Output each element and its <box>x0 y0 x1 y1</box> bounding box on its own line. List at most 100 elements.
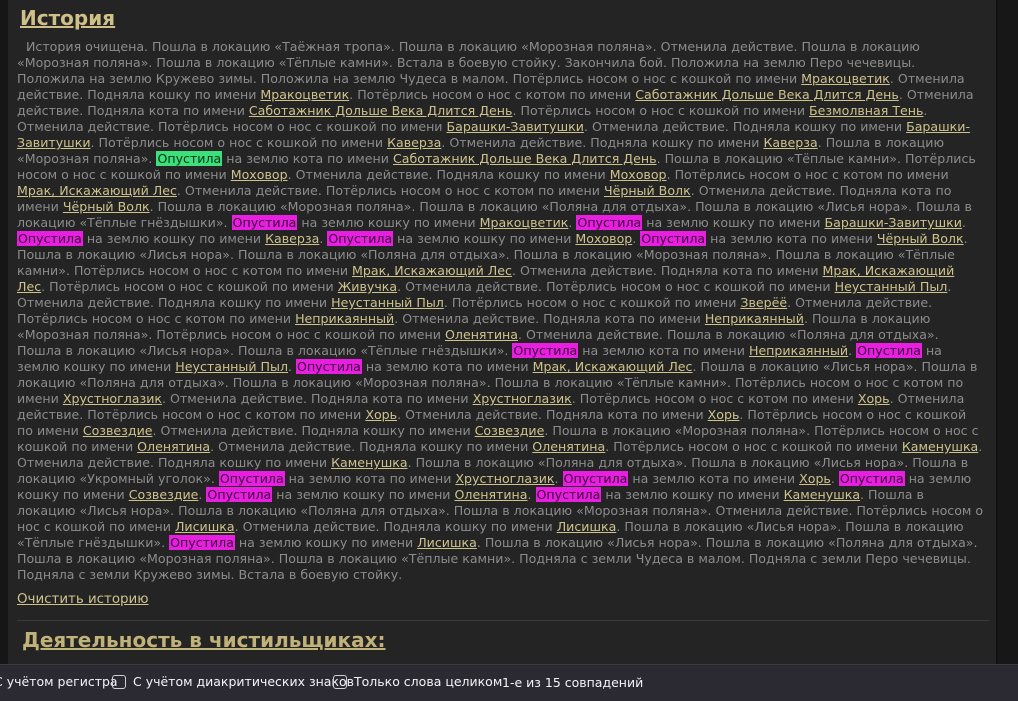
cat-name-link[interactable]: Моховор <box>231 167 288 182</box>
cat-name-link[interactable]: Неустанный Пыл <box>175 359 288 374</box>
history-text: . <box>961 215 966 230</box>
history-text: . <box>554 471 563 486</box>
cat-name-link[interactable]: Каверза <box>763 135 817 150</box>
history-text: на землю кошку по имени <box>234 535 418 550</box>
cat-name-link[interactable]: Хорь <box>365 407 397 422</box>
cat-name-link[interactable]: Хорь <box>799 471 831 486</box>
match-diacritics-option[interactable]: С учётом диакритических знаков <box>112 674 354 689</box>
cat-name-link[interactable]: Лисишка <box>417 535 477 550</box>
cat-name-link[interactable]: Лисишка <box>557 519 617 534</box>
history-text: История очищена. Пошла в локацию «Таёжна… <box>17 39 920 86</box>
cat-name-link[interactable]: Каверза <box>265 231 319 246</box>
divider <box>17 620 989 621</box>
cat-name-link[interactable]: Живучка <box>338 279 397 294</box>
whole-words-label: Только слова целиком <box>354 674 503 689</box>
search-match: Опустила <box>296 359 362 374</box>
history-text: . Отменила действие. Подняла кошку по им… <box>152 423 475 438</box>
clear-history-link[interactable]: Очистить историю <box>17 592 149 607</box>
cat-name-link[interactable]: Неприкаянный <box>749 343 848 358</box>
history-text: . Потёрлись носом о нос с кошкой по имен… <box>605 439 902 454</box>
scrollbar[interactable] <box>998 0 1018 664</box>
history-text: . Потёрлись носом о нос с кошкой по имен… <box>512 103 810 118</box>
search-match: Опустила <box>169 535 235 550</box>
cat-name-link[interactable]: Неприкаянный <box>295 311 394 326</box>
cat-name-link[interactable]: Созвездие <box>475 423 545 438</box>
history-text: . Потёрлись носом о нос с котом по имени <box>349 87 636 102</box>
cat-name-link[interactable]: Барашки-Завитушки <box>447 119 584 134</box>
cat-name-link[interactable]: Чёрный Волк <box>877 231 964 246</box>
history-text: . <box>288 359 297 374</box>
history-text: . Отменила действие. Подняла кота по име… <box>394 311 705 326</box>
cat-name-link[interactable]: Моховор <box>575 231 632 246</box>
cat-name-link[interactable]: Хрустноглазик <box>473 391 572 406</box>
cat-name-link[interactable]: Хрустноглазик <box>455 471 554 486</box>
history-text: . Потёрлись носом о нос с котом по имени <box>571 391 858 406</box>
cat-name-link[interactable]: Саботажник Дольше Века Длится День <box>635 87 899 102</box>
history-text: . Отменила действие. Подняла кошку по им… <box>287 167 610 182</box>
cat-name-link[interactable]: Оленятина <box>455 487 528 502</box>
history-text: на землю кота по имени <box>578 343 749 358</box>
cat-name-link[interactable]: Хрустноглазик <box>63 391 162 406</box>
whole-words-option[interactable]: Только слова целиком <box>333 674 502 689</box>
cat-name-link[interactable]: Созвездие <box>83 423 153 438</box>
whole-words-checkbox[interactable] <box>333 674 347 689</box>
cat-name-link[interactable]: Каменушка <box>784 487 860 502</box>
cat-name-link[interactable]: Созвездие <box>129 487 199 502</box>
cat-name-link[interactable]: Неустанный Пыл <box>331 295 444 310</box>
find-bar: С учётом регистра С учётом диакритически… <box>0 664 1018 701</box>
cat-name-link[interactable]: Чёрный Волк <box>604 183 691 198</box>
history-text: . Потёрлись носом о нос с котом по имени <box>666 167 949 182</box>
cat-name-link[interactable]: Саботажник Дольше Века Длится День <box>393 151 657 166</box>
cat-name-link[interactable]: Мрак, Искажающий Лес <box>17 183 177 198</box>
cat-name-link[interactable]: Моховор <box>610 167 667 182</box>
cat-name-link[interactable]: Саботажник Дольше Века Длится День <box>249 103 513 118</box>
main-content: История История очищена. Пошла в локацию… <box>8 0 998 664</box>
cat-name-link[interactable]: Оленятина <box>445 327 518 342</box>
cat-name-link[interactable]: Зверёё <box>740 295 787 310</box>
cat-name-link[interactable]: Неприкаянный <box>705 311 804 326</box>
history-text: . Потёрлись носом о нос с кошкой по имен… <box>443 295 741 310</box>
history-text: . Потёрлись носом о нос с кошкой по имен… <box>90 135 388 150</box>
match-case-option[interactable]: С учётом регистра <box>0 674 118 689</box>
history-text: . Отменила действие. Подняла кота по име… <box>511 263 823 278</box>
history-text: на землю кота по имени <box>361 359 533 374</box>
history-text: . Отменила действие. Подняла кошку по им… <box>583 119 907 134</box>
search-match: Опустила <box>231 215 298 230</box>
cat-name-link[interactable]: Каменушка <box>902 439 978 454</box>
history-text: на землю кошку по имени <box>642 215 825 230</box>
match-diacritics-checkbox[interactable] <box>112 674 126 689</box>
cat-name-link[interactable]: Мрак, Искажающий Лес <box>352 263 512 278</box>
search-match: Опустила <box>206 487 273 502</box>
cat-name-link[interactable]: Неустанный Пыл <box>835 279 948 294</box>
cat-name-link[interactable]: Мракоцветик <box>480 215 569 230</box>
cat-name-link[interactable]: Оленятина <box>137 439 210 454</box>
cat-name-link[interactable]: Оленятина <box>532 439 605 454</box>
history-text: . <box>830 471 839 486</box>
cat-name-link[interactable]: Чёрный Волк <box>63 199 150 214</box>
history-text: . Отменила действие. Подняла кошку по им… <box>234 519 557 534</box>
match-count: 1-е из 15 совпадений <box>502 675 644 690</box>
history-text: на землю кота по имени <box>628 471 800 486</box>
history-text: . Отменила действие. Потёрлись носом о н… <box>397 279 835 294</box>
search-match: Опустила <box>838 471 905 486</box>
cat-name-link[interactable]: Каменушка <box>331 455 407 470</box>
history-text: на землю кота по имени <box>284 471 456 486</box>
cat-name-link[interactable]: Лисишка <box>175 519 235 534</box>
cat-name-link[interactable]: Мракоцветик <box>260 87 349 102</box>
cat-name-link[interactable]: Мракоцветик <box>801 71 890 86</box>
cat-name-link[interactable]: Каверза <box>387 135 441 150</box>
search-match: Опустила <box>576 215 643 230</box>
cat-name-link[interactable]: Безмолвная Тень <box>809 103 923 118</box>
match-diacritics-label: С учётом диакритических знаков <box>133 674 354 689</box>
history-text: на землю кошку по имени <box>82 231 266 246</box>
search-match: Опустила <box>512 343 579 358</box>
cat-name-link[interactable]: Барашки-Завитушки <box>824 215 961 230</box>
cat-name-link[interactable]: Хорь <box>708 407 740 422</box>
search-match: Опустила <box>327 231 394 246</box>
activity-title: Деятельность в чистильщиках: <box>22 628 386 652</box>
history-text: на землю кошку по имени <box>601 487 784 502</box>
history-text: . Отменила действие. Подняла кота по име… <box>397 407 708 422</box>
history-text: на землю кота по имени <box>222 151 393 166</box>
cat-name-link[interactable]: Хорь <box>858 391 890 406</box>
cat-name-link[interactable]: Мрак, Искажающий Лес <box>533 359 693 374</box>
